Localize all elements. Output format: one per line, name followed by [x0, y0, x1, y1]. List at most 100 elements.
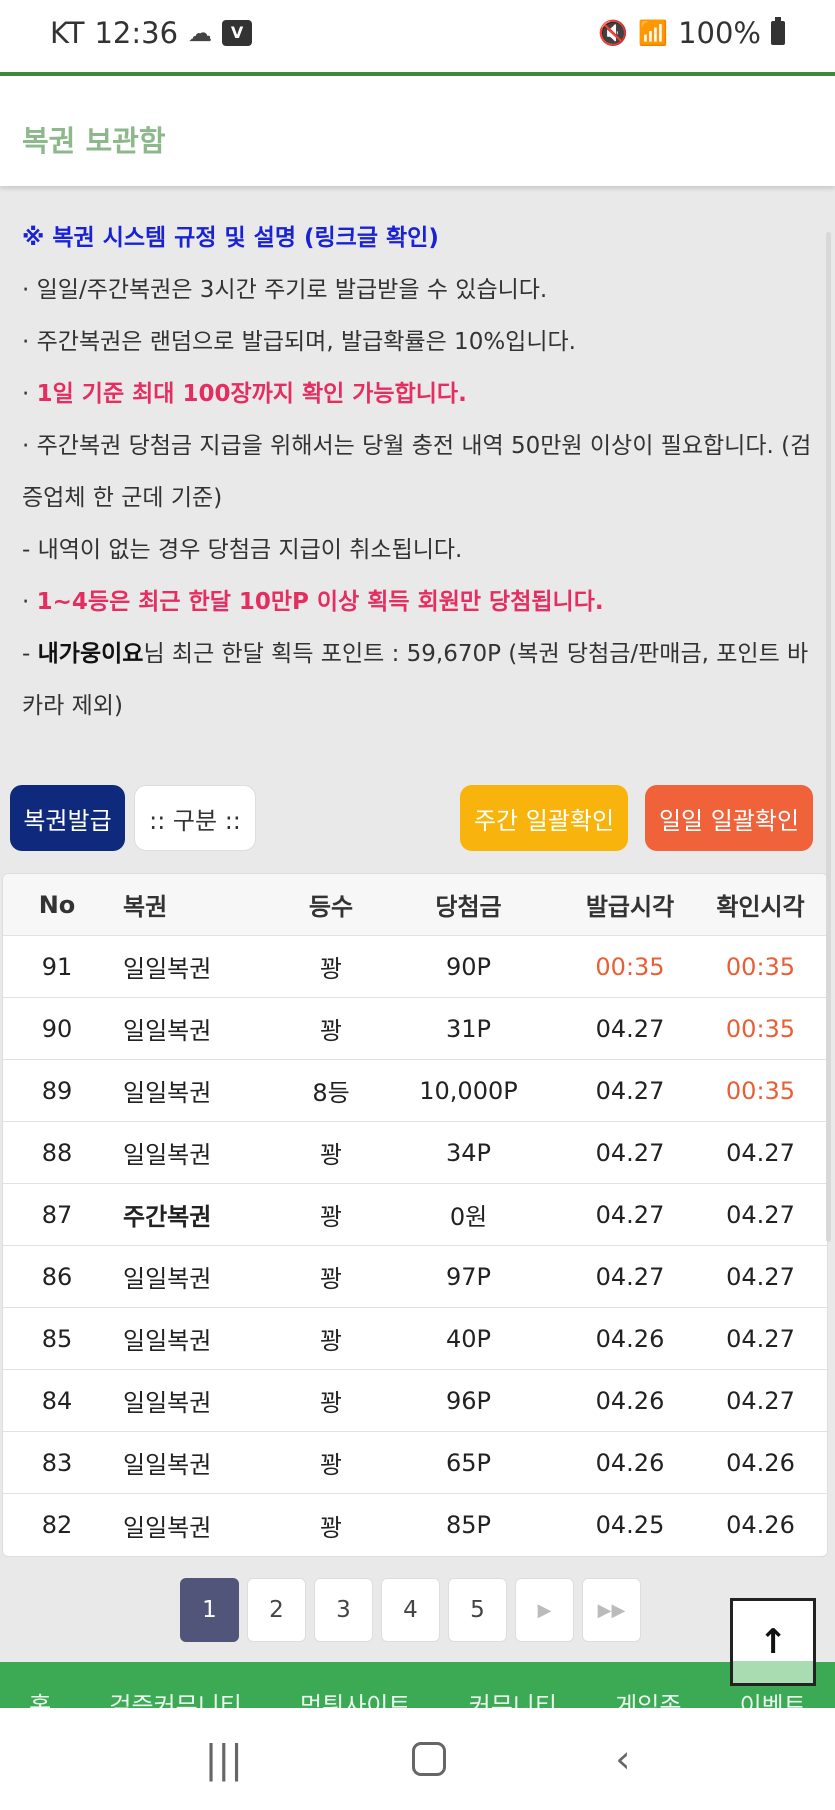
table-row[interactable]: 90 일일복권 꽝 31P 04.27 00:35 [3, 998, 827, 1060]
cell-prize: 0원 [449, 1203, 488, 1231]
col-name-header: 복권 [123, 893, 168, 921]
rule-line: - 내가웅이요님 최근 한달 획득 포인트 : 59,670P (복권 당첨금/… [22, 628, 817, 732]
pagination: 1 2 3 4 5 ▶ ▶▶ [180, 1578, 641, 1642]
cell-checked: 00:35 [725, 1014, 796, 1043]
cell-name: 일일복권 [123, 955, 212, 983]
page-5-button[interactable]: 5 [448, 1578, 507, 1642]
cell-no: 87 [41, 1200, 73, 1229]
footer-item[interactable]: 이벤트 [740, 1686, 806, 1708]
back-icon[interactable]: ‹ [615, 1737, 630, 1781]
issue-lottery-button[interactable]: 복권발급 [10, 785, 125, 851]
col-prize-header: 당첨금 [435, 893, 502, 921]
cell-checked: 00:35 [725, 1076, 796, 1105]
cell-name: 일일복권 [123, 1513, 212, 1542]
col-rank-header: 등수 [308, 893, 354, 921]
clock: 12:36 [94, 16, 179, 50]
table-row[interactable]: 88 일일복권 꽝 34P 04.27 04.27 [3, 1122, 827, 1184]
table-row[interactable]: 87 주간복권 꽝 0원 04.27 04.27 [3, 1184, 827, 1246]
col-checked-header: 확인시각 [716, 893, 805, 921]
last-page-icon[interactable]: ▶▶ [582, 1578, 641, 1642]
table-header-row: No 복권 등수 당첨금 발급시각 확인시각 [3, 874, 827, 936]
cell-checked: 00:35 [725, 952, 796, 981]
cell-no: 86 [41, 1262, 73, 1291]
footer-item[interactable]: 홈 [29, 1686, 51, 1708]
page-2-button[interactable]: 2 [247, 1578, 306, 1642]
scroll-to-top-button[interactable]: ↑ [730, 1598, 816, 1686]
system-nav-bar: ||| ‹ [0, 1708, 835, 1810]
cell-issued: 04.27 [595, 1014, 665, 1043]
footer-nav-bar: 홈 검증커뮤니티 먹튀사이트 커뮤니티 게임존 이벤트 [0, 1662, 835, 1708]
footer-item[interactable]: 게임존 [615, 1686, 681, 1708]
table-row[interactable]: 91 일일복권 꽝 90P 00:35 00:35 [3, 936, 827, 998]
table-row[interactable]: 86 일일복권 꽝 97P 04.27 04.27 [3, 1246, 827, 1308]
table-row[interactable]: 89 일일복권 8등 10,000P 04.27 00:35 [3, 1060, 827, 1122]
lottery-table: No 복권 등수 당첨금 발급시각 확인시각 91 일일복권 꽝 90P 00:… [2, 873, 828, 1557]
footer-item[interactable]: 커뮤니티 [469, 1686, 557, 1708]
cell-name: 주간복권 [123, 1203, 212, 1231]
page-4-button[interactable]: 4 [381, 1578, 440, 1642]
cell-issued: 04.25 [595, 1511, 665, 1539]
cloud-icon: ☁ [188, 19, 213, 47]
cell-rank: 꽝 [319, 1513, 343, 1542]
rule-line: · 주간복권 당첨금 지급을 위해서는 당월 충전 내역 50만원 이상이 필요… [22, 433, 812, 511]
dash: - [22, 641, 38, 667]
recent-apps-icon[interactable]: ||| [205, 1737, 243, 1781]
rule-line: - 내역이 없는 경우 당첨금 지급이 취소됩니다. [22, 537, 463, 563]
rules-section: ※ 복권 시스템 규정 및 설명 (링크글 확인) · 일일/주간복권은 3시간… [22, 212, 817, 732]
cell-checked: 04.26 [726, 1448, 795, 1477]
weekly-check-all-button[interactable]: 주간 일괄확인 [460, 785, 628, 851]
cell-checked: 04.27 [726, 1138, 795, 1167]
col-issued-header: 발급시각 [585, 893, 675, 921]
status-left: KT 12:36 ☁ V [50, 16, 253, 50]
rule-highlight: 1일 기준 최대 100장까지 확인 가능합니다. [36, 381, 467, 407]
cell-issued: 04.27 [595, 1138, 665, 1167]
home-icon[interactable] [412, 1742, 447, 1776]
arrow-up-icon: ↑ [758, 1622, 788, 1662]
cell-prize: 97P [445, 1262, 491, 1291]
table-row[interactable]: 84 일일복권 꽝 96P 04.26 04.27 [3, 1370, 827, 1432]
cell-checked: 04.26 [726, 1511, 795, 1539]
footer-item[interactable]: 먹튀사이트 [300, 1686, 410, 1708]
cell-name: 일일복권 [123, 1327, 212, 1355]
status-right: 🔇 📶 100% [598, 16, 785, 50]
rule-line: · 주간복권은 랜덤으로 발급되며, 발급확률은 10%입니다. [22, 329, 576, 355]
footer-nav: 홈 검증커뮤니티 먹튀사이트 커뮤니티 게임존 이벤트 [0, 1686, 835, 1708]
cell-checked: 04.27 [726, 1386, 795, 1415]
cell-issued: 04.26 [595, 1324, 665, 1353]
cell-rank: 꽝 [319, 1327, 343, 1355]
next-page-icon[interactable]: ▶ [515, 1578, 574, 1642]
cell-name: 일일복권 [123, 1141, 212, 1169]
page-3-button[interactable]: 3 [314, 1578, 373, 1642]
status-bar: KT 12:36 ☁ V 🔇 📶 100% [0, 0, 835, 72]
cell-checked: 04.27 [726, 1262, 795, 1291]
rules-heading-link[interactable]: ※ 복권 시스템 규정 및 설명 (링크글 확인) [22, 212, 817, 264]
cell-no: 91 [41, 952, 73, 981]
cell-no: 88 [41, 1138, 73, 1167]
cell-no: 83 [41, 1448, 73, 1477]
cell-checked: 04.27 [726, 1324, 795, 1353]
cell-issued: 04.27 [595, 1200, 665, 1229]
cell-issued: 04.26 [595, 1448, 665, 1477]
daily-check-all-button[interactable]: 일일 일괄확인 [645, 785, 813, 851]
rule-line: · 1일 기준 최대 100장까지 확인 가능합니다. [22, 368, 817, 420]
table-row[interactable]: 83 일일복권 꽝 65P 04.26 04.26 [3, 1432, 827, 1494]
page-1-button[interactable]: 1 [180, 1578, 239, 1642]
scrollbar[interactable] [826, 232, 831, 1242]
username: 내가웅이요 [37, 641, 144, 667]
cell-name: 일일복권 [123, 1389, 212, 1417]
battery-percent: 100% [678, 16, 761, 50]
table-row[interactable]: 85 일일복권 꽝 40P 04.26 04.27 [3, 1308, 827, 1370]
mute-icon: 🔇 [598, 19, 629, 47]
footer-item[interactable]: 검증커뮤니티 [109, 1686, 241, 1708]
cell-name: 일일복권 [123, 1017, 212, 1045]
cell-rank: 꽝 [319, 1141, 343, 1169]
cell-prize: 40P [445, 1324, 491, 1353]
table-row[interactable]: 82 일일복권 꽝 85P 04.25 04.26 [3, 1494, 827, 1556]
category-select[interactable]: :: 구분 :: [134, 785, 256, 851]
cell-issued: 04.26 [595, 1386, 665, 1415]
cell-prize: 34P [445, 1138, 491, 1167]
cell-prize: 85P [445, 1511, 491, 1539]
rule-line: · 일일/주간복권은 3시간 주기로 발급받을 수 있습니다. [22, 277, 548, 303]
cell-issued: 04.27 [595, 1076, 665, 1105]
cell-name: 일일복권 [123, 1265, 212, 1293]
